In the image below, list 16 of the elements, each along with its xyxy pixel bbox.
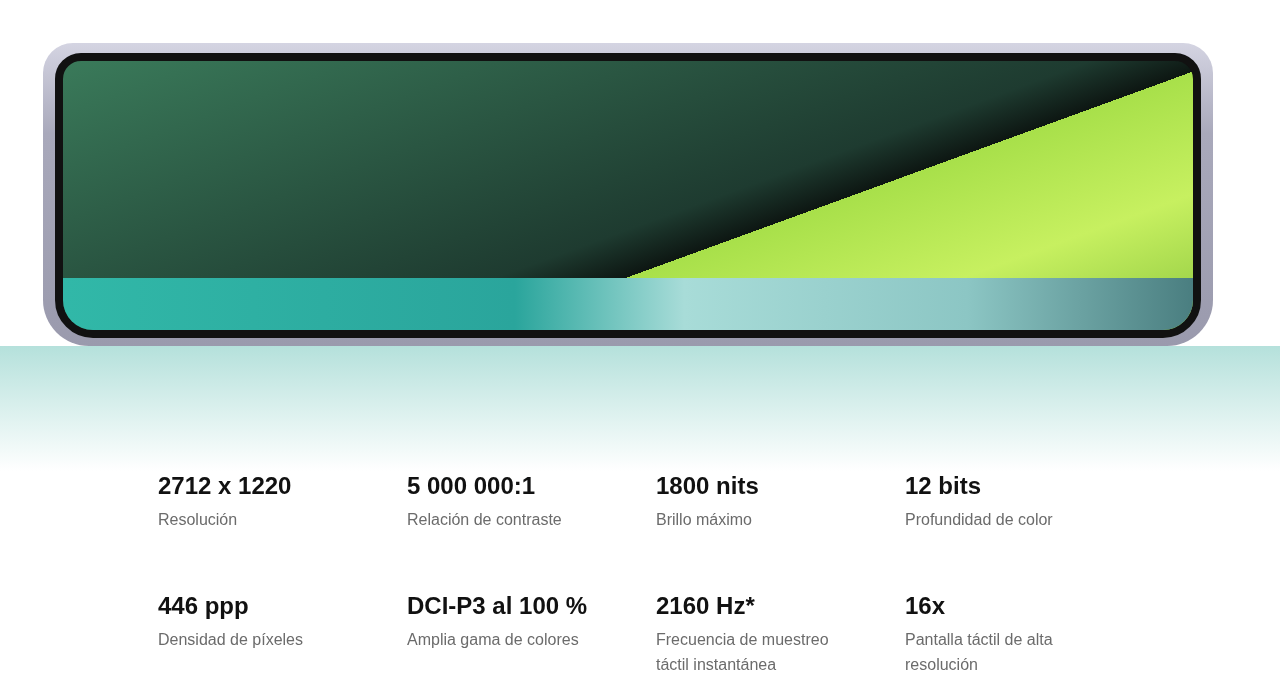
spec-value: 1800 nits (656, 471, 760, 501)
spec-label: Pantalla táctil de alta resolución (905, 630, 1054, 675)
spec-label: Frecuencia de muestreo táctil instantánea (656, 630, 830, 675)
spec-label: Resolución (158, 510, 239, 530)
spec-label: Relación de contraste (407, 510, 563, 530)
spec-label: Profundidad de color (905, 510, 1054, 530)
spec-value: 2160 Hz* (656, 591, 756, 621)
spec-value: 2712 x 1220 (158, 471, 293, 501)
spec-label: Brillo máximo (656, 510, 753, 530)
spec-label: Amplia gama de colores (407, 630, 580, 650)
spec-value: 446 ppp (158, 591, 250, 621)
spec-value: DCI-P3 al 100 % (407, 591, 589, 621)
spec-value: 16x (905, 591, 947, 621)
spec-label: Densidad de píxeles (158, 630, 304, 650)
spec-value: 5 000 000:1 (407, 471, 537, 501)
spec-value: 12 bits (905, 471, 983, 501)
